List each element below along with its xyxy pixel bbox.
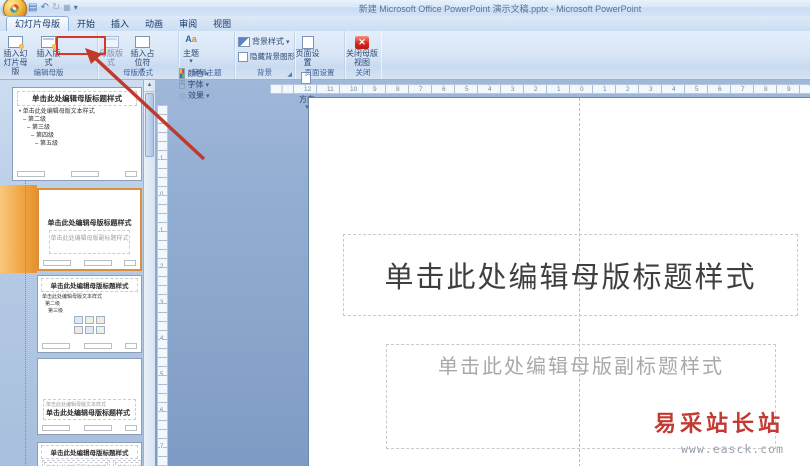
ruler-number: 7 xyxy=(418,86,424,93)
ruler-number: 2 xyxy=(160,264,164,270)
title-placeholder-text: 单击此处编辑母版标题样式 xyxy=(384,260,757,294)
ruler-number: 3 xyxy=(648,86,654,93)
annotation-arrow xyxy=(85,48,206,161)
title-placeholder[interactable]: 单击此处编辑母版标题样式 xyxy=(343,234,798,316)
ruler-number: 12 xyxy=(303,86,313,93)
thumbnail-section-layout[interactable]: 单击此处编辑母版文本样式 单击此处编辑母版标题样式 xyxy=(37,358,142,435)
title-bar: ▤ ↶ ↻ ▦ ▾ 新建 Microsoft Office PowerPoint… xyxy=(0,0,810,21)
footer-placeholders xyxy=(42,343,137,349)
group-label: 背景 xyxy=(257,68,272,77)
undo-icon[interactable]: ↶ xyxy=(40,1,48,14)
tab-2[interactable]: 插入 xyxy=(103,17,137,31)
group-background: 背景样式 ▾ 隐藏背景图形 ◢ 背景 xyxy=(235,31,295,79)
ruler-number: 5 xyxy=(160,372,164,378)
tab-0[interactable]: 幻灯片母版 xyxy=(6,16,70,31)
tab-3[interactable]: 动画 xyxy=(137,17,171,31)
ruler-number: 4 xyxy=(487,86,493,93)
ruler-number: 4 xyxy=(671,86,677,93)
group-close: ✕ 关闭母版视图 关闭 xyxy=(345,31,381,79)
group-page-setup: 页面设置 幻灯片方向▾ 页面设置 xyxy=(295,31,345,111)
powerpoint-window: ▤ ↶ ↻ ▦ ▾ 新建 Microsoft Office PowerPoint… xyxy=(0,0,810,466)
page-setup-icon xyxy=(300,34,316,49)
checkbox-unchecked-icon xyxy=(238,51,248,62)
subtitle-placeholder-text: 单击此处编辑母版副标题样式 xyxy=(438,354,724,378)
ruler-number: 5 xyxy=(464,86,470,93)
content-icons xyxy=(38,326,141,335)
ruler-number: 10 xyxy=(349,86,359,93)
ruler-number: 1 xyxy=(602,86,608,93)
horizontal-ruler: 121110987654321012345678910 xyxy=(270,84,810,94)
ruler-number: 7 xyxy=(160,444,164,450)
ruler-number: 5 xyxy=(694,86,700,93)
hide-background-checkbox[interactable]: 隐藏背景图形 xyxy=(238,51,297,62)
tab-5[interactable]: 视图 xyxy=(205,17,239,31)
ruler-number: 1 xyxy=(556,86,562,93)
watermark-url: www.easck.com xyxy=(681,442,785,456)
save-icon[interactable]: ▤ xyxy=(28,1,37,14)
ruler-number: 0 xyxy=(160,192,164,198)
tab-4[interactable]: 审阅 xyxy=(171,17,205,31)
ribbon-tab-row: 幻灯片母版 开始 插入 动画 审阅 视图 xyxy=(0,16,810,31)
insert-slide-master-icon xyxy=(8,34,24,49)
thumbnail-two-content-layout[interactable]: 单击此处编辑母版标题样式 单击此处编辑母版文本样式 单击此处编辑母版文本样式 xyxy=(37,442,142,466)
ruler-number: 2 xyxy=(533,86,539,93)
content-icons xyxy=(38,316,141,325)
ruler-number: 7 xyxy=(740,86,746,93)
close-icon: ✕ xyxy=(355,36,369,49)
ruler-number: 3 xyxy=(510,86,516,93)
ruler-number: 6 xyxy=(160,408,164,414)
ruler-number: 9 xyxy=(372,86,378,93)
watermark-name: 易采站长站 xyxy=(654,411,785,437)
office-logo-icon xyxy=(10,4,19,13)
close-master-view-button[interactable]: ✕ 关闭母版视图 xyxy=(345,31,379,67)
customize-icon[interactable]: ▦ xyxy=(63,1,71,14)
ruler-number: 9 xyxy=(786,86,792,93)
group-label: 页面设置 xyxy=(304,68,335,77)
ruler-number: 4 xyxy=(160,336,164,342)
window-title: 新建 Microsoft Office PowerPoint 演示文稿.pptx… xyxy=(358,4,642,14)
ruler-number: 2 xyxy=(625,86,631,93)
background-styles-icon xyxy=(238,36,250,47)
ruler-number: 3 xyxy=(160,300,164,306)
hierarchy-line xyxy=(25,180,26,466)
ruler-number: 8 xyxy=(763,86,769,93)
thumbnail-content-layout[interactable]: 单击此处编辑母版标题样式 单击此处编辑母版文本样式 第二级 第三级 xyxy=(37,275,142,353)
ruler-number: 6 xyxy=(441,86,447,93)
qat-dropdown-icon[interactable]: ▾ xyxy=(74,1,78,14)
ruler-number: 1 xyxy=(160,228,164,234)
footer-placeholders xyxy=(43,260,136,266)
ruler-number: 0 xyxy=(579,86,585,93)
ruler-number: 11 xyxy=(326,86,335,93)
thumbnail-title-layout[interactable]: 单击此处编辑母版标题样式 单击此处编辑母版副标题样式 xyxy=(37,188,142,271)
selection-strip xyxy=(0,185,37,273)
insert-layout-icon xyxy=(40,34,57,49)
tab-1[interactable]: 开始 xyxy=(69,17,103,31)
group-label: 关闭 xyxy=(355,68,371,77)
ruler-number: 6 xyxy=(717,86,723,93)
quick-access-toolbar: ▤ ↶ ↻ ▦ ▾ xyxy=(28,1,78,14)
background-styles-button[interactable]: 背景样式 ▾ xyxy=(238,36,297,47)
footer-placeholders xyxy=(42,425,137,431)
slide-canvas[interactable]: 单击此处编辑母版标题样式 单击此处编辑母版副标题样式 易采站长站 www.eas… xyxy=(308,97,810,466)
ruler-number: 8 xyxy=(395,86,401,93)
redo-icon[interactable]: ↻ xyxy=(52,1,60,14)
page-setup-button[interactable]: 页面设置 xyxy=(295,31,320,67)
